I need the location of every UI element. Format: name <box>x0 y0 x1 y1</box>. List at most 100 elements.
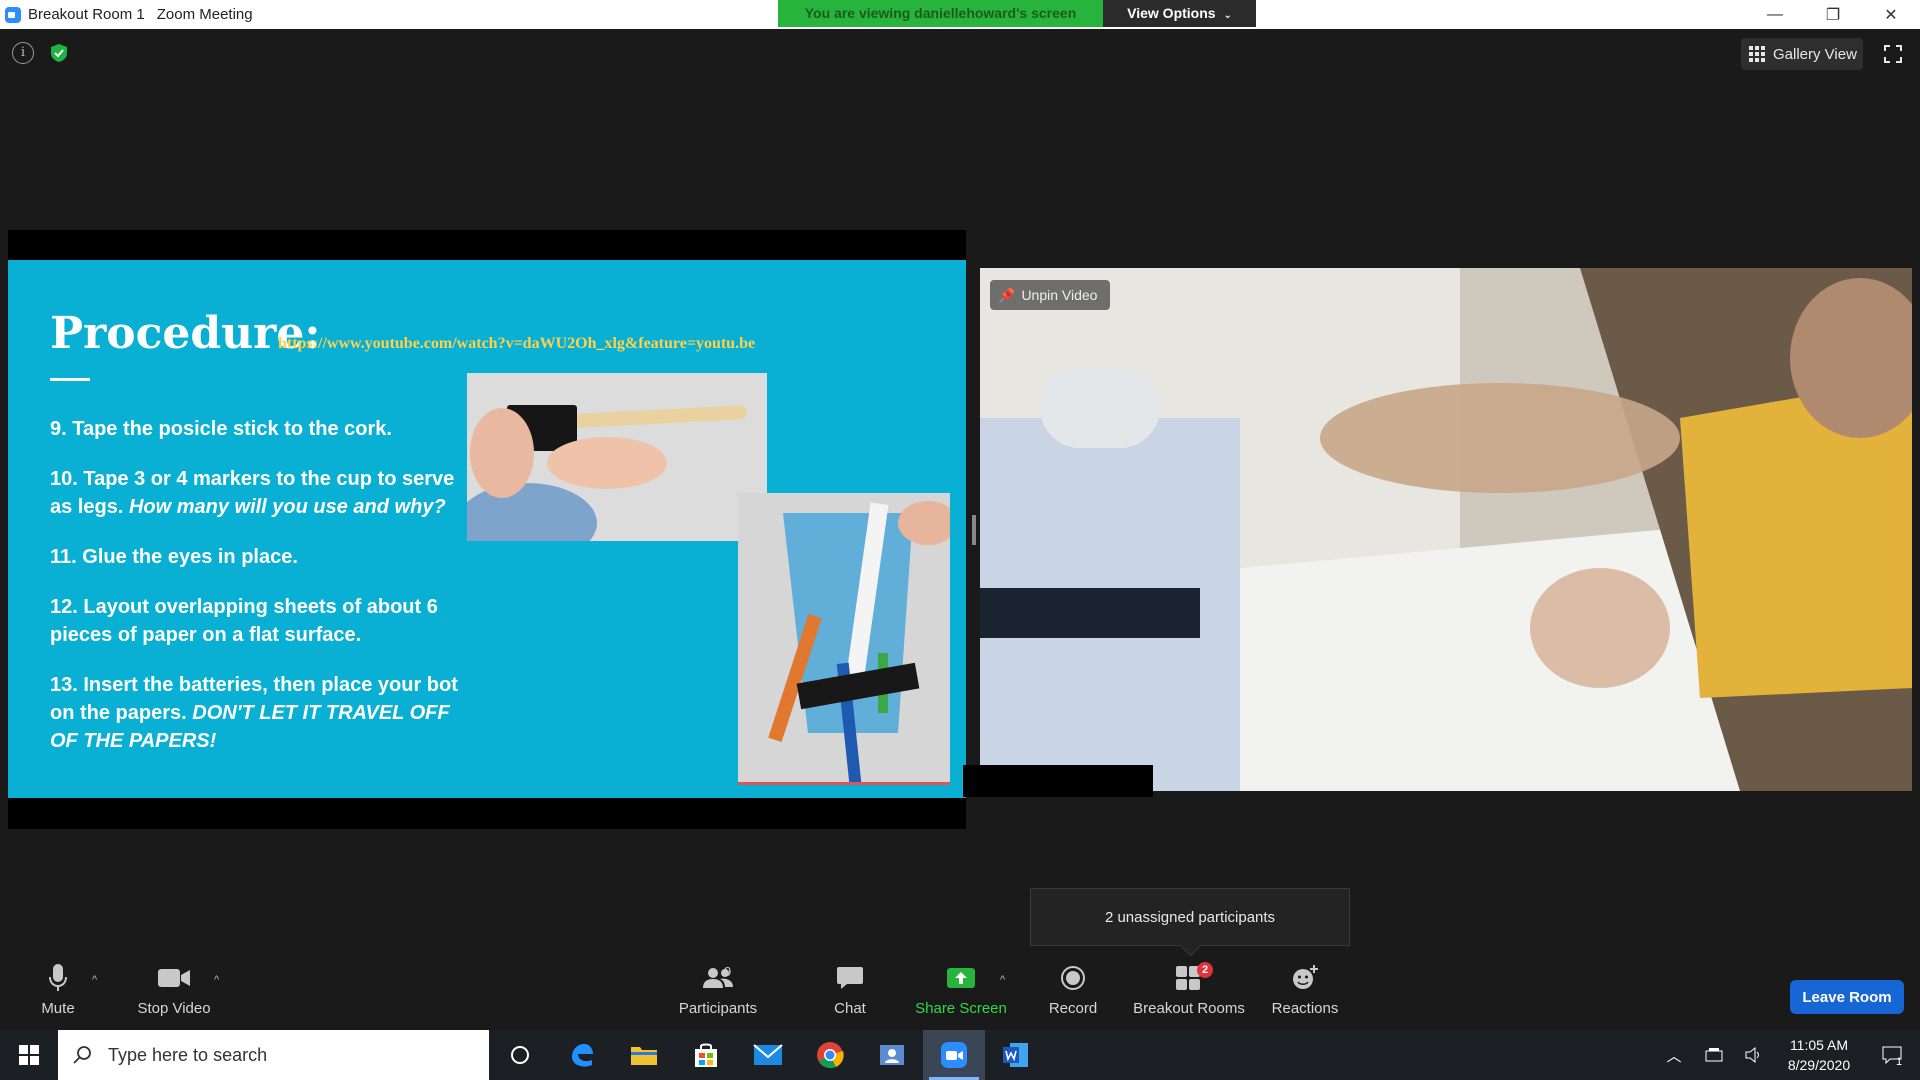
encryption-shield-icon[interactable] <box>48 42 70 64</box>
pinned-participant-video: 📌 Unpin Video <box>980 268 1912 791</box>
clock-date: 8/29/2020 <box>1787 1057 1851 1073</box>
gallery-view-button[interactable]: Gallery View <box>1741 38 1863 70</box>
reactions-icon <box>1293 965 1318 989</box>
share-options-caret[interactable]: ^ <box>1000 974 1005 986</box>
video-options-caret[interactable]: ^ <box>214 974 219 986</box>
view-options-button[interactable]: View Options ⌄ <box>1103 0 1256 27</box>
reactions-button[interactable]: Reactions <box>1270 960 1340 1017</box>
edge-taskbar-button[interactable] <box>551 1030 613 1080</box>
network-icon[interactable] <box>1694 1048 1734 1062</box>
mute-label: Mute <box>41 1000 75 1017</box>
grid-icon <box>1749 46 1765 62</box>
notifications-icon[interactable]: 1 <box>1864 1046 1920 1068</box>
unpin-video-button[interactable]: 📌 Unpin Video <box>990 280 1110 310</box>
tooltip-text: 2 unassigned participants <box>1104 908 1276 926</box>
window-title: Breakout Room 1 <box>28 6 145 23</box>
leave-room-label: Leave Room <box>1802 988 1892 1006</box>
unassigned-participants-tooltip: 2 unassigned participants <box>1030 888 1350 946</box>
breakout-rooms-label: Breakout Rooms <box>1133 1000 1245 1017</box>
cortana-icon <box>511 1046 529 1064</box>
restore-icon: ❐ <box>1825 6 1841 24</box>
title-divider <box>50 378 90 381</box>
breakout-rooms-badge: 2 <box>1197 962 1213 978</box>
zoom-taskbar-button[interactable] <box>923 1030 985 1080</box>
pin-icon: 📌 <box>998 286 1016 303</box>
chrome-taskbar-button[interactable] <box>799 1030 861 1080</box>
system-tray: ︿ 11:05 AM 8/29/2020 1 <box>1654 1030 1920 1080</box>
zoom-app-icon <box>5 6 21 23</box>
meeting-info-bar: i <box>12 42 70 64</box>
presentation-slide: Procedure: https://www.youtube.com/watch… <box>8 260 966 798</box>
viewing-screen-label: You are viewing daniellehoward's screen <box>778 0 1103 27</box>
photo-cup-with-markers <box>738 493 950 785</box>
stop-video-label: Stop Video <box>137 1000 211 1017</box>
minimize-button[interactable]: — <box>1746 0 1804 29</box>
participants-label: Participants <box>678 1000 758 1017</box>
mail-icon <box>753 1044 783 1065</box>
step-13: 13. Insert the batteries, then place you… <box>50 674 458 752</box>
audio-options-caret[interactable]: ^ <box>92 974 97 986</box>
chat-label: Chat <box>834 1000 866 1017</box>
procedure-steps: 9. Tape the posicle stick to the cork. 1… <box>50 415 460 777</box>
share-screen-button[interactable]: Share Screen <box>915 960 1007 1017</box>
people-app-icon <box>880 1045 904 1065</box>
gallery-view-label: Gallery View <box>1773 45 1857 63</box>
record-label: Record <box>1048 1000 1098 1017</box>
fullscreen-icon[interactable] <box>1883 44 1903 64</box>
step-10: 10. Tape 3 or 4 markers to the cup to se… <box>50 468 455 518</box>
breakout-rooms-button[interactable]: 2 Breakout Rooms <box>1133 960 1245 1017</box>
clock-time: 11:05 AM <box>1789 1037 1849 1053</box>
folder-icon <box>631 1047 657 1065</box>
share-screen-icon <box>947 968 975 988</box>
outlook-taskbar-button[interactable] <box>861 1030 923 1080</box>
chat-icon <box>837 967 863 989</box>
minimize-icon: — <box>1767 5 1783 23</box>
store-bag-icon <box>695 1043 717 1067</box>
step-9: 9. Tape the posicle stick to the cork. <box>50 418 392 440</box>
info-icon[interactable]: i <box>12 42 34 64</box>
chrome-icon <box>817 1042 844 1069</box>
chat-button[interactable]: Chat <box>830 960 870 1017</box>
restore-button[interactable]: ❐ <box>1804 0 1862 29</box>
start-button[interactable] <box>0 1030 58 1080</box>
shared-screen: Procedure: https://www.youtube.com/watch… <box>8 230 966 829</box>
microphone-icon <box>49 964 67 991</box>
leave-room-button[interactable]: Leave Room <box>1790 980 1904 1014</box>
step-12: 12. Layout overlapping sheets of about 6… <box>50 596 438 646</box>
video-camera-icon <box>158 969 190 987</box>
word-taskbar-button[interactable] <box>985 1030 1047 1080</box>
file-explorer-taskbar-button[interactable] <box>613 1030 675 1080</box>
reactions-label: Reactions <box>1271 1000 1339 1017</box>
edge-icon <box>572 1044 593 1067</box>
stop-video-button[interactable]: Stop Video <box>134 960 214 1017</box>
mail-taskbar-button[interactable] <box>737 1030 799 1080</box>
close-button[interactable]: ✕ <box>1862 0 1920 29</box>
chevron-down-icon: ⌄ <box>1223 10 1232 21</box>
taskbar-clock[interactable]: 11:05 AM 8/29/2020 <box>1774 1035 1864 1075</box>
title-bar: Breakout Room 1 Zoom Meeting You are vie… <box>0 0 1920 29</box>
close-icon: ✕ <box>1884 6 1898 24</box>
unpin-video-label: Unpin Video <box>1021 287 1098 303</box>
notification-count: 1 <box>1896 1056 1903 1068</box>
chevron-up-icon[interactable]: ︿ <box>1654 1045 1694 1066</box>
store-taskbar-button[interactable] <box>675 1030 737 1080</box>
volume-icon[interactable] <box>1734 1047 1774 1063</box>
window-controls: — ❐ ✕ <box>1746 0 1920 29</box>
task-view-button[interactable] <box>489 1030 551 1080</box>
app-name: Zoom Meeting <box>156 6 253 23</box>
view-options-label: View Options <box>1127 5 1216 21</box>
windows-taskbar: Type here to search ︿ 11:05 AM 8/29/2020… <box>0 1030 1920 1080</box>
record-button[interactable]: Record <box>1048 960 1098 1017</box>
meeting-controls: Mute ^ Stop Video ^ 9 Participants Chat … <box>0 960 1920 1030</box>
photo-popsicle-stick-cork <box>467 373 767 541</box>
slide-video-link[interactable]: https://www.youtube.com/watch?v=daWU2Oh_… <box>278 335 755 353</box>
taskbar-search-box[interactable]: Type here to search <box>58 1030 489 1080</box>
share-screen-label: Share Screen <box>915 1000 1007 1017</box>
record-icon <box>1061 966 1085 990</box>
screen-share-banner: You are viewing daniellehoward's screen … <box>778 0 1256 27</box>
mute-button[interactable]: Mute <box>38 960 78 1017</box>
step-11: 11. Glue the eyes in place. <box>50 546 298 568</box>
split-resize-handle[interactable] <box>972 515 976 545</box>
participants-button[interactable]: 9 Participants <box>678 960 758 1017</box>
participants-count: 9 <box>724 964 732 979</box>
